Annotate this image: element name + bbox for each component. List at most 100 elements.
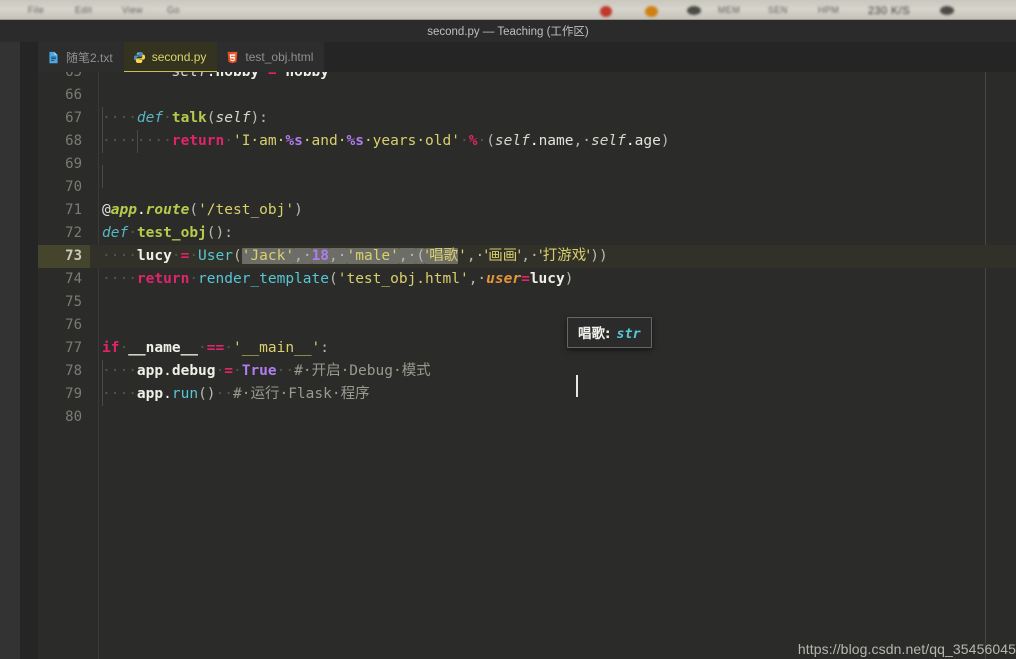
tab-test-obj-html[interactable]: test_obj.html <box>217 42 325 72</box>
code-token: 'I·am· <box>232 133 286 149</box>
line-number: 70 <box>65 179 82 195</box>
code-token: · <box>171 248 181 264</box>
code-token: self <box>215 110 251 126</box>
code-token: . <box>625 133 635 149</box>
line-text: def·test_obj(): <box>90 222 1016 245</box>
code-content[interactable]: 65 ········self.hobby = hobby 66 67 ····de… <box>38 72 1016 429</box>
code-token: = <box>180 248 190 264</box>
code-token: ···· <box>102 72 137 80</box>
code-line-clipped-inner: 65 ········self.hobby = hobby <box>38 72 329 84</box>
code-token: = <box>521 271 530 287</box>
code-line[interactable]: 67 ····def·talk(self): <box>38 107 1016 130</box>
code-token: ···· <box>102 133 137 149</box>
indent-guide <box>102 130 103 153</box>
code-token: return <box>171 133 225 149</box>
text-cursor <box>576 375 578 397</box>
code-token: · <box>189 248 199 264</box>
code-editor[interactable]: 65 ········self.hobby = hobby 66 67 ····de… <box>38 72 1016 659</box>
code-token: if <box>102 340 120 356</box>
code-line-current[interactable]: 73 ····lucy·=·User('Jack',·18,·'male',·('… <box>38 245 1016 268</box>
code-token: self <box>494 133 530 149</box>
status-blob-red-icon <box>600 6 612 17</box>
side-bar[interactable] <box>20 42 38 659</box>
code-token: 18 <box>311 248 330 264</box>
code-line[interactable]: 66 <box>38 84 1016 107</box>
code-token: debug <box>171 363 216 379</box>
tooltip-symbol-name: 唱歌: <box>578 326 611 342</box>
code-token: ,· <box>329 248 347 264</box>
text-file-icon <box>47 51 60 64</box>
html-file-icon <box>226 51 239 64</box>
screenshot-root: File Edit View Go MEM SEN HPM 230 K/S se… <box>0 0 1016 659</box>
code-token: %s <box>285 133 303 149</box>
tab-label: second.py <box>151 50 207 64</box>
line-number: 78 <box>65 363 82 379</box>
tab-suibi2-txt[interactable]: 随笔2.txt <box>38 42 124 72</box>
line-number: 80 <box>65 409 82 425</box>
code-line[interactable]: 75 <box>38 291 1016 314</box>
code-token: 开启 <box>311 363 341 379</box>
code-token: · <box>128 225 137 241</box>
code-token: lucy <box>529 271 565 287</box>
code-token: · <box>459 133 469 149</box>
code-token: ···· <box>102 110 137 126</box>
os-status-sen: SEN <box>768 5 788 15</box>
status-blob-dark-icon <box>687 6 701 15</box>
code-line[interactable]: 78 ····app.debug·=·True··#·开启·Debug·模式 <box>38 360 1016 383</box>
indent-guide <box>102 360 103 383</box>
code-token: () <box>198 386 216 402</box>
code-token: == <box>206 340 225 356</box>
code-token: '__main__' <box>232 340 321 356</box>
code-token: __name__ <box>128 340 199 356</box>
window-title-bar: second.py — Teaching (工作区) <box>0 20 1016 42</box>
code-token: name <box>538 133 574 149</box>
code-line[interactable]: 70 <box>38 176 1016 199</box>
os-menu-item-0[interactable]: File <box>28 5 44 15</box>
code-line[interactable]: 72 def·test_obj(): <box>38 222 1016 245</box>
code-token: · <box>224 340 233 356</box>
line-text: ····def·talk(self): <box>90 107 1016 130</box>
os-menu-item-2[interactable]: View <box>122 5 143 15</box>
status-blob-orange-icon <box>645 6 658 17</box>
tab-label: 随笔2.txt <box>66 50 113 65</box>
code-line[interactable]: 77 if·__name__·==·'__main__': <box>38 337 1016 360</box>
code-token: · <box>163 110 172 126</box>
code-token: . <box>163 386 172 402</box>
code-token: ·Debug· <box>340 363 402 379</box>
code-token: 'male' <box>346 248 399 264</box>
code-line[interactable]: 68 ········return·'I·am·%s·and·%s·years·o… <box>38 130 1016 153</box>
code-token: test_obj <box>136 225 207 241</box>
code-token: hobby <box>285 72 330 80</box>
code-token: @ <box>102 202 111 218</box>
code-token: ·and· <box>302 133 347 149</box>
code-line[interactable]: 79 ····app.run()··#·运行·Flask·程序 <box>38 383 1016 406</box>
code-line[interactable]: 76 <box>38 314 1016 337</box>
code-line[interactable]: 71 @app.route('/test_obj') <box>38 199 1016 222</box>
tab-second-py[interactable]: second.py <box>123 42 218 72</box>
code-token: ···· <box>136 72 172 80</box>
os-menu-item-3[interactable]: Go <box>167 5 180 15</box>
code-token: self <box>590 133 626 149</box>
code-line[interactable]: 69 <box>38 153 1016 188</box>
code-token: ·Flask· <box>279 386 341 402</box>
code-token: ( <box>232 248 242 264</box>
code-token: . <box>529 133 539 149</box>
code-token: return <box>136 271 190 287</box>
code-token: ) <box>660 133 670 149</box>
code-token: . <box>163 363 172 379</box>
activity-bar[interactable] <box>0 42 20 659</box>
code-token: ·years·old' <box>363 133 460 149</box>
os-menu-item-1[interactable]: Edit <box>75 5 92 15</box>
code-token: ,· <box>573 133 591 149</box>
indent-guide <box>102 383 103 406</box>
code-token: '/test_obj' <box>198 202 295 218</box>
code-token: ,· <box>468 271 487 287</box>
code-line[interactable]: 74 ····return·render_template('test_obj.h… <box>38 268 1016 291</box>
line-text: ····lucy·=·User('Jack',·18,·'male',·('唱歌… <box>90 245 1016 268</box>
os-menu-bar: File Edit View Go MEM SEN HPM 230 K/S <box>0 0 1016 20</box>
code-token: ·· <box>276 363 295 379</box>
line-number: 73 <box>38 245 90 268</box>
code-token: '画画' <box>484 248 522 264</box>
code-token: ···· <box>102 386 137 402</box>
code-line[interactable]: 80 <box>38 406 1016 429</box>
